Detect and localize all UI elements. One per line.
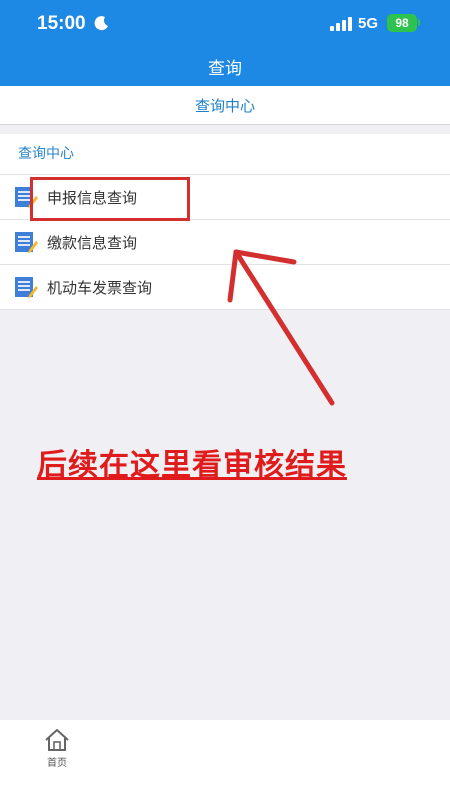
page-title: 查询 [208, 59, 242, 79]
document-edit-icon [15, 232, 38, 253]
app-header: 15:00 5G 98 查询 [0, 0, 450, 86]
document-edit-icon [15, 277, 38, 298]
annotation-text: 后续在这里看审核结果 [37, 448, 347, 483]
battery-icon: 98 [387, 14, 417, 32]
signal-icon [330, 17, 352, 31]
section-title: 查询中心 [0, 134, 450, 175]
list-item-label: 缴款信息查询 [47, 234, 138, 252]
status-bar: 15:00 5G 98 [0, 0, 450, 48]
list-item-payment-query[interactable]: 缴款信息查询 [0, 220, 450, 265]
network-label: 5G [358, 15, 379, 32]
nav-home[interactable]: 首页 [36, 728, 78, 769]
nav-home-label: 首页 [47, 758, 67, 769]
battery-tip [418, 19, 420, 26]
moon-icon [94, 16, 108, 31]
tab-query-center[interactable]: 查询中心 [0, 95, 450, 116]
status-time: 15:00 [37, 13, 86, 34]
bottom-fade [110, 720, 450, 800]
bottom-nav: 首页 [0, 720, 450, 800]
home-icon [45, 729, 69, 751]
list-item-label: 机动车发票查询 [47, 279, 153, 297]
tab-bar: 查询中心 [0, 86, 450, 125]
query-list: 查询中心 申报信息查询 缴款信息查询 机动车发票查询 [0, 134, 450, 310]
highlight-box [30, 177, 190, 221]
list-item-vehicle-invoice-query[interactable]: 机动车发票查询 [0, 265, 450, 310]
